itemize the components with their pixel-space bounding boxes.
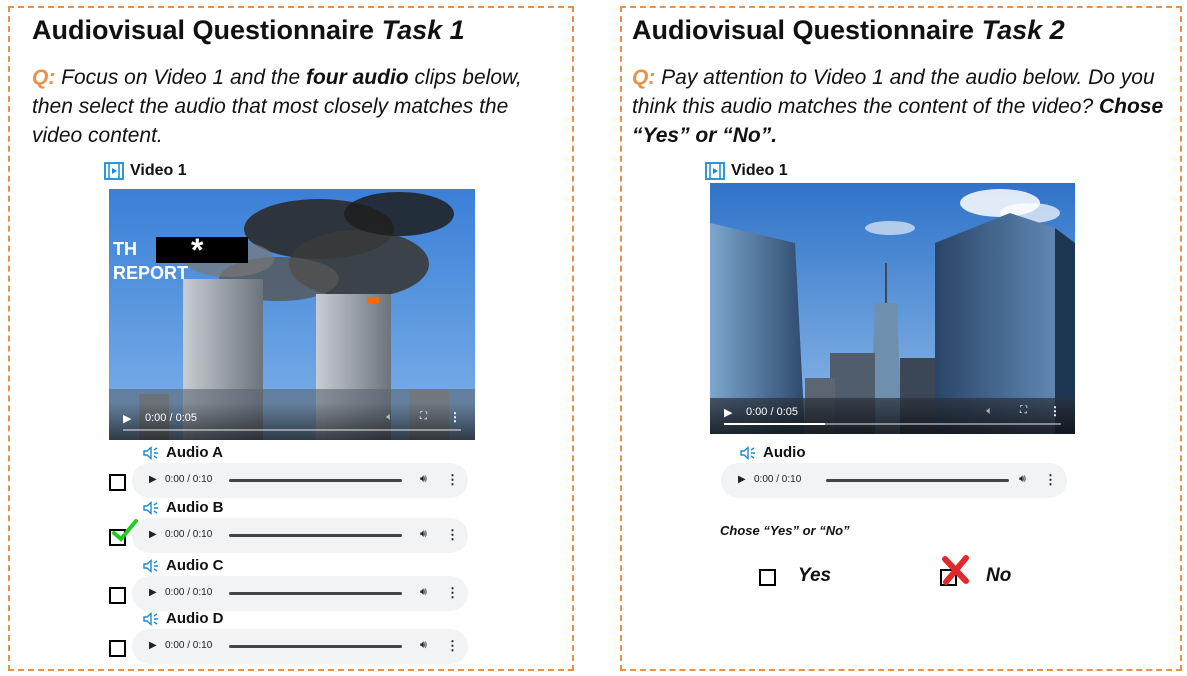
task2-title-task: Task 2 — [981, 15, 1065, 45]
more-options-icon[interactable]: ⋮ — [446, 638, 459, 654]
play-icon[interactable]: ▶ — [149, 474, 157, 485]
play-icon[interactable]: ▶ — [123, 412, 131, 425]
speaker-icon — [143, 611, 158, 626]
task2-video-player[interactable]: ▶ 0:00 / 0:05 🔈︎ ⛶ ⋮ — [710, 183, 1075, 434]
audio-player-c[interactable]: ▶ 0:00 / 0:10 🔊︎ ⋮ — [132, 576, 468, 611]
play-icon[interactable]: ▶ — [738, 474, 746, 485]
task2-title: Audiovisual Questionnaire Task 2 — [632, 15, 1065, 46]
more-options-icon[interactable]: ⋮ — [1049, 404, 1061, 418]
task1-question: Q: Focus on Video 1 and the four audio c… — [32, 63, 552, 150]
audio-time: 0:00 / 0:10 — [165, 529, 213, 540]
volume-icon[interactable]: 🔊︎ — [420, 528, 427, 541]
audio-seek-bar[interactable] — [229, 592, 402, 595]
task2-video-label: Video 1 — [705, 162, 788, 180]
audio-seek-bar[interactable] — [229, 645, 402, 648]
audio-time: 0:00 / 0:10 — [165, 587, 213, 598]
task1-title-task: Task 1 — [381, 15, 465, 45]
fullscreen-icon[interactable]: ⛶ — [1020, 405, 1027, 416]
task1-panel: Audiovisual Questionnaire Task 1 Q: Focu… — [8, 6, 574, 671]
film-icon — [705, 162, 725, 180]
task2-panel: Audiovisual Questionnaire Task 2 Q: Pay … — [620, 6, 1182, 671]
play-icon[interactable]: ▶ — [149, 529, 157, 540]
task2-q-text1: Pay attention to Video 1 and the audio b… — [632, 66, 1155, 118]
audio-time: 0:00 / 0:10 — [165, 474, 213, 485]
green-checkmark-icon — [112, 519, 138, 542]
film-icon — [104, 162, 124, 180]
video-time: 0:00 / 0:05 — [746, 406, 798, 418]
video-controls: ▶ 0:00 / 0:05 🔈︎ ⛶ ⋮ — [109, 402, 475, 440]
volume-icon[interactable]: 🔊︎ — [420, 473, 427, 486]
speaker-icon — [143, 500, 158, 515]
task1-video-player[interactable]: TH * REPORT ▶ 0:00 / 0:05 🔈︎ ⛶ ⋮ — [109, 189, 475, 440]
volume-icon[interactable]: 🔊︎ — [420, 586, 427, 599]
video-progress-bar[interactable] — [123, 429, 461, 431]
volume-icon[interactable]: 🔊︎ — [420, 639, 427, 652]
audio-label-b: Audio B — [143, 499, 224, 516]
speaker-icon — [143, 558, 158, 573]
more-options-icon[interactable]: ⋮ — [446, 472, 459, 488]
audio-checkbox-d[interactable] — [109, 640, 126, 657]
task1-title: Audiovisual Questionnaire Task 1 — [32, 15, 465, 46]
task2-q-label: Q: — [632, 66, 656, 89]
no-label: No — [986, 565, 1012, 586]
task2-question: Q: Pay attention to Video 1 and the audi… — [632, 63, 1182, 150]
more-options-icon[interactable]: ⋮ — [446, 585, 459, 601]
audio-player-a[interactable]: ▶ 0:00 / 0:10 🔊︎ ⋮ — [132, 463, 468, 498]
audio-time: 0:00 / 0:10 — [754, 474, 802, 485]
task2-prompt: Chose “Yes” or “No” — [720, 523, 850, 538]
task1-title-main: Audiovisual Questionnaire — [32, 15, 382, 45]
audio-label-text: Audio B — [166, 499, 224, 516]
yes-label: Yes — [798, 565, 832, 586]
task2-title-main: Audiovisual Questionnaire — [632, 15, 982, 45]
volume-icon[interactable]: 🔊︎ — [1019, 473, 1026, 486]
audio-label-text: Audio D — [166, 610, 224, 627]
play-icon[interactable]: ▶ — [149, 640, 157, 651]
yes-checkbox[interactable] — [759, 569, 776, 586]
task2-audio-label-text: Audio — [763, 444, 806, 461]
play-icon[interactable]: ▶ — [149, 587, 157, 598]
audio-label-text: Audio A — [166, 444, 223, 461]
audio-seek-bar[interactable] — [826, 479, 1009, 482]
audio-label-a: Audio A — [143, 444, 223, 461]
fullscreen-icon[interactable]: ⛶ — [420, 411, 427, 422]
task2-audio-player[interactable]: ▶ 0:00 / 0:10 🔊︎ ⋮ — [721, 463, 1067, 498]
more-options-icon[interactable]: ⋮ — [1044, 472, 1057, 488]
video-progress-fill — [724, 423, 826, 425]
red-x-icon — [942, 555, 969, 585]
speaker-icon — [143, 445, 158, 460]
task2-audio-label: Audio — [740, 444, 806, 461]
task2-video-label-text: Video 1 — [731, 162, 788, 179]
video-overlay-star: * — [191, 232, 204, 268]
speaker-icon — [740, 445, 755, 460]
audio-checkbox-a[interactable] — [109, 474, 126, 491]
audio-time: 0:00 / 0:10 — [165, 640, 213, 651]
video-controls: ▶ 0:00 / 0:05 🔈︎ ⛶ ⋮ — [710, 396, 1075, 434]
video-overlay-line2: REPORT — [113, 263, 188, 283]
audio-checkbox-c[interactable] — [109, 587, 126, 604]
audio-seek-bar[interactable] — [229, 479, 402, 482]
audio-label-d: Audio D — [143, 610, 224, 627]
play-icon[interactable]: ▶ — [724, 406, 732, 419]
task1-q-text1: Focus on Video 1 and the — [55, 66, 306, 89]
audio-seek-bar[interactable] — [229, 534, 402, 537]
volume-icon[interactable]: 🔈︎ — [986, 405, 993, 418]
more-options-icon[interactable]: ⋮ — [449, 410, 461, 424]
video-time: 0:00 / 0:05 — [145, 412, 197, 424]
task1-q-label: Q: — [32, 66, 56, 89]
video-progress-bar[interactable] — [724, 423, 1061, 425]
audio-label-c: Audio C — [143, 557, 224, 574]
audio-player-b[interactable]: ▶ 0:00 / 0:10 🔊︎ ⋮ — [132, 518, 468, 553]
audio-label-text: Audio C — [166, 557, 224, 574]
video-overlay-line1: TH — [113, 239, 137, 259]
volume-icon[interactable]: 🔈︎ — [386, 411, 393, 424]
more-options-icon[interactable]: ⋮ — [446, 527, 459, 543]
task1-video-label-text: Video 1 — [130, 162, 187, 179]
task1-q-bold: four audio — [305, 66, 409, 89]
task1-video-label: Video 1 — [104, 162, 187, 180]
audio-player-d[interactable]: ▶ 0:00 / 0:10 🔊︎ ⋮ — [132, 629, 468, 664]
